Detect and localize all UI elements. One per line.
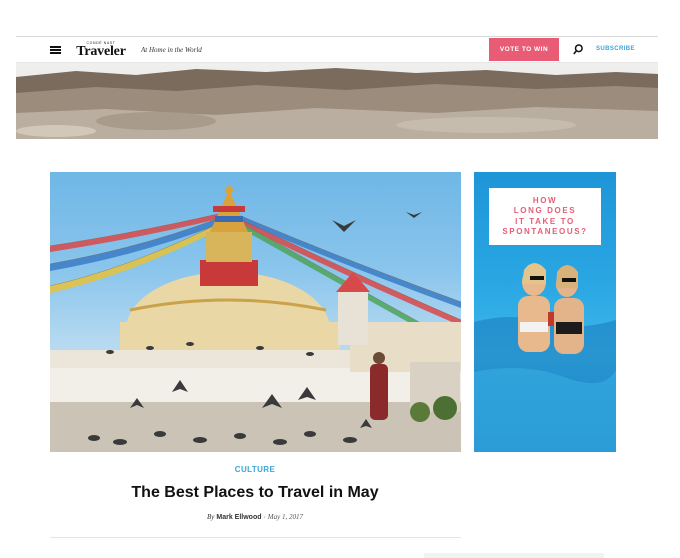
- subscribe-link[interactable]: SUBSCRIBE: [596, 46, 635, 52]
- byline-prefix: By: [207, 513, 215, 521]
- article-category[interactable]: CULTURE: [0, 465, 510, 474]
- ad-headline-line-3: IT TAKE TO: [515, 216, 575, 226]
- hamburger-menu-icon[interactable]: [50, 46, 61, 54]
- ad-headline-line-1: HOW: [532, 195, 558, 205]
- article-byline: By Mark Ellwood · May 1, 2017: [0, 513, 510, 521]
- article-lead-image[interactable]: [50, 172, 461, 452]
- ad-headline-line-4: SPONTANEOUS?: [502, 227, 588, 236]
- search-icon[interactable]: [573, 44, 583, 55]
- advertisement[interactable]: HOW LONG DOES IT TAKE TO SPONTANEOUS?: [474, 172, 616, 452]
- top-nav-bar: CONDÉ NAST Traveler At Home in the World…: [16, 36, 658, 63]
- hero-banner-image: [16, 63, 658, 139]
- content-divider: [50, 537, 461, 538]
- ad-headline-line-2: LONG DOES: [513, 206, 577, 215]
- ad-headline-box: HOW LONG DOES IT TAKE TO SPONTANEOUS?: [489, 188, 601, 245]
- vote-to-win-button[interactable]: VOTE TO WIN: [489, 38, 559, 61]
- byline-separator: ·: [263, 514, 266, 521]
- article-title[interactable]: The Best Places to Travel in May: [0, 484, 510, 502]
- next-item-placeholder: [424, 553, 604, 558]
- brand-tagline: At Home in the World: [141, 46, 202, 54]
- brand-logo[interactable]: CONDÉ NAST Traveler: [73, 41, 129, 59]
- article-author[interactable]: Mark Ellwood: [216, 514, 261, 521]
- brand-name: Traveler: [76, 44, 126, 59]
- article-date: May 1, 2017: [267, 513, 303, 521]
